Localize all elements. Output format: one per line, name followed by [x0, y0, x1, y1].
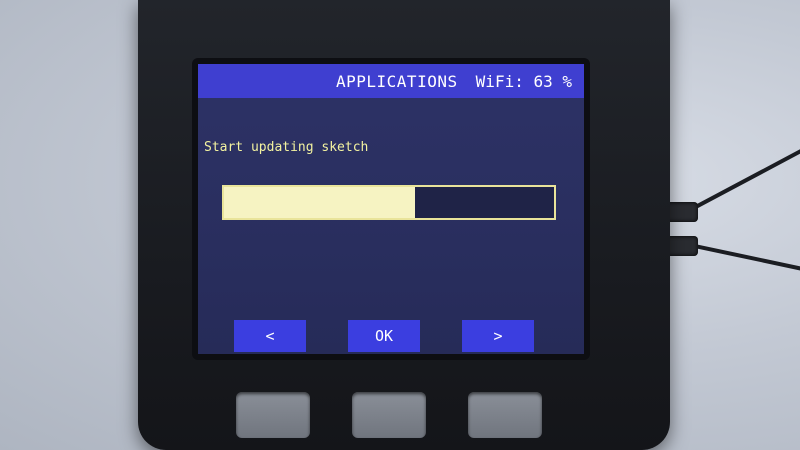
- page-title: APPLICATIONS: [336, 72, 458, 91]
- usb-cable: [689, 147, 800, 212]
- update-progress-bar: [222, 185, 556, 220]
- power-cable: [689, 243, 800, 274]
- next-button[interactable]: >: [462, 320, 534, 352]
- lcd-screen: APPLICATIONS WiFi: 63 % Start updating s…: [198, 64, 584, 354]
- title-bar: APPLICATIONS WiFi: 63 %: [198, 64, 584, 98]
- wifi-status: WiFi: 63 %: [475, 72, 572, 91]
- hardware-button-b[interactable]: [352, 392, 426, 438]
- progress-fill: [224, 187, 416, 218]
- hardware-button-a[interactable]: [236, 392, 310, 438]
- previous-button[interactable]: <: [234, 320, 306, 352]
- ok-button[interactable]: OK: [348, 320, 420, 352]
- status-message: Start updating sketch: [204, 140, 369, 155]
- hardware-button-c[interactable]: [468, 392, 542, 438]
